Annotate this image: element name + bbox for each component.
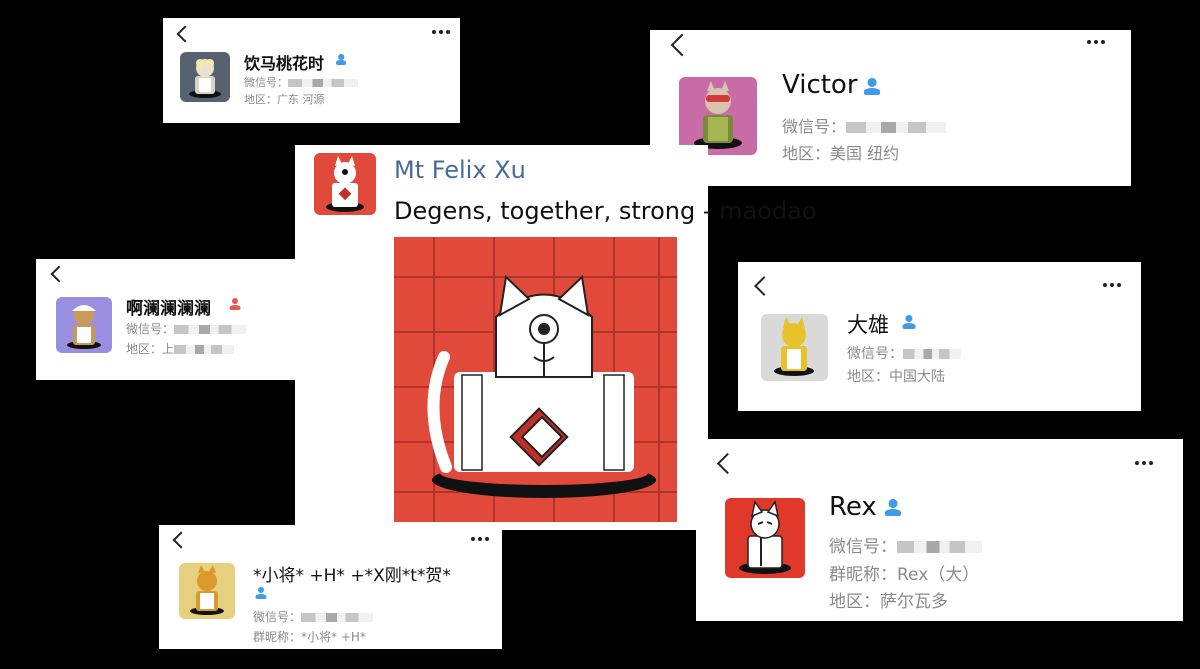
person-icon bbox=[255, 587, 266, 599]
region: 地区：中国大陆 bbox=[847, 369, 945, 385]
blurred-id bbox=[897, 541, 982, 553]
group-nickname: 群昵称：Rex（大） bbox=[829, 565, 980, 585]
person-icon bbox=[229, 298, 240, 310]
blurred-id bbox=[846, 122, 947, 133]
more-dots-icon[interactable] bbox=[432, 30, 450, 34]
more-dots-icon[interactable] bbox=[471, 537, 489, 541]
post-image[interactable] bbox=[394, 237, 677, 522]
region: 地区：美国 纽约 bbox=[782, 144, 900, 163]
avatar bbox=[179, 563, 235, 619]
avatar bbox=[725, 498, 805, 578]
avatar bbox=[679, 77, 757, 155]
contact-name: 大雄 bbox=[847, 313, 889, 337]
blurred-id bbox=[301, 613, 374, 622]
wechat-id-label: 微信号： bbox=[126, 322, 175, 336]
group-nickname: 群昵称：*小将* +H* bbox=[253, 630, 366, 644]
contact-name: *小将* +H* +*X刚*t*贺* bbox=[253, 566, 451, 586]
contact-name: 饮马桃花时 bbox=[244, 54, 325, 73]
contact-name: Victor bbox=[782, 70, 858, 100]
contact-name: 啊澜澜澜澜 bbox=[126, 299, 211, 319]
more-dots-icon[interactable] bbox=[1103, 283, 1121, 287]
wechat-id-label: 微信号： bbox=[829, 537, 897, 557]
wechat-id: 微信号： bbox=[244, 74, 358, 90]
blurred-id bbox=[288, 79, 358, 87]
more-dots-icon[interactable] bbox=[1135, 461, 1153, 465]
post-author[interactable]: Mt Felix Xu bbox=[394, 156, 526, 184]
wechat-id-label: 微信号： bbox=[782, 117, 847, 136]
person-icon bbox=[885, 499, 901, 516]
person-icon bbox=[336, 54, 346, 65]
blurred-id bbox=[903, 349, 961, 359]
contact-name: Rex bbox=[829, 492, 877, 522]
region-label: 地区：上 bbox=[126, 342, 175, 356]
wechat-id: 微信号： bbox=[829, 532, 982, 557]
blurred-id bbox=[174, 325, 247, 334]
region: 地区：广东 河源 bbox=[244, 93, 325, 106]
more-dots-icon[interactable] bbox=[1087, 40, 1105, 44]
wechat-id: 微信号： bbox=[253, 608, 374, 625]
blurred-region bbox=[174, 345, 235, 354]
wechat-id-label: 微信号： bbox=[253, 610, 302, 624]
avatar bbox=[180, 52, 230, 102]
avatar bbox=[314, 153, 376, 215]
post-text: Degens, together, strong - maodao bbox=[394, 197, 817, 225]
person-icon bbox=[902, 315, 915, 329]
wechat-id: 微信号： bbox=[847, 343, 961, 363]
avatar bbox=[761, 314, 828, 381]
person-icon bbox=[864, 78, 880, 95]
wechat-id-label: 微信号： bbox=[244, 76, 288, 89]
avatar bbox=[56, 297, 112, 353]
region: 地区：萨尔瓦多 bbox=[829, 592, 948, 612]
wechat-id: 微信号： bbox=[126, 320, 247, 337]
wechat-id-label: 微信号： bbox=[847, 346, 903, 362]
region: 地区：上 bbox=[126, 340, 235, 357]
wechat-id: 微信号： bbox=[782, 113, 947, 137]
